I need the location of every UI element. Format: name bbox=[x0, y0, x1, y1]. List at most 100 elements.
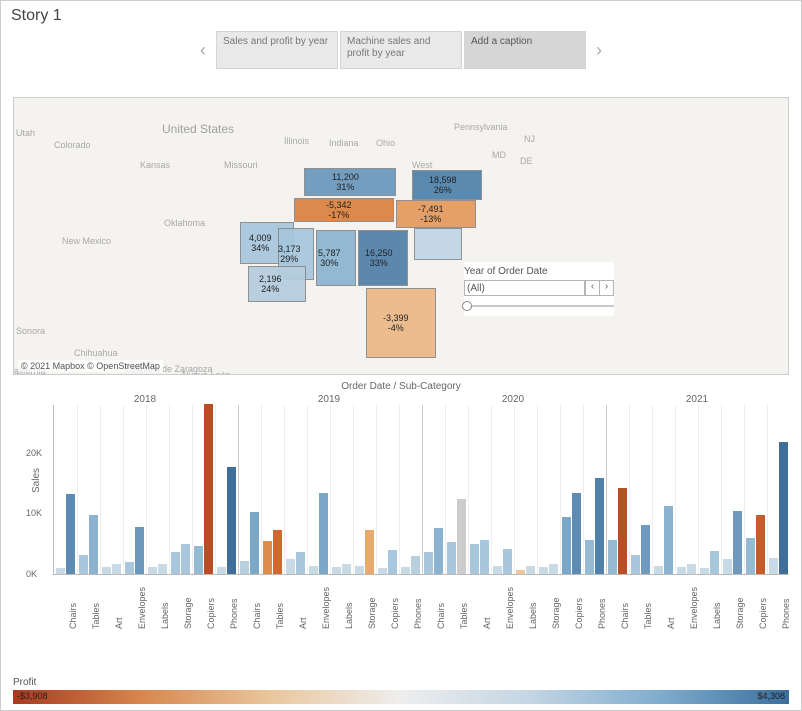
state-kentucky[interactable] bbox=[304, 168, 396, 196]
bar[interactable] bbox=[526, 566, 535, 575]
map-bg-label: Oklahoma bbox=[164, 218, 205, 228]
category-label: Envelopes bbox=[505, 587, 515, 629]
state-south-carolina[interactable] bbox=[414, 228, 462, 260]
bar[interactable] bbox=[585, 540, 594, 574]
state-north-carolina[interactable] bbox=[396, 200, 476, 228]
bar[interactable] bbox=[503, 549, 512, 575]
bar[interactable] bbox=[572, 493, 581, 574]
bar[interactable] bbox=[549, 564, 558, 574]
bar[interactable] bbox=[296, 552, 305, 574]
bar[interactable] bbox=[89, 515, 98, 575]
state-louisiana[interactable] bbox=[248, 266, 306, 302]
bar[interactable] bbox=[66, 494, 75, 574]
bar[interactable] bbox=[769, 558, 778, 574]
category-label: Chairs bbox=[436, 603, 446, 629]
bar[interactable] bbox=[263, 541, 272, 574]
bar[interactable] bbox=[447, 542, 456, 574]
bar[interactable] bbox=[365, 530, 374, 574]
bar[interactable] bbox=[411, 556, 420, 574]
prev-arrow[interactable]: ‹ bbox=[194, 40, 212, 61]
bar[interactable] bbox=[562, 517, 571, 574]
y-tick: 10K bbox=[26, 508, 42, 518]
bar[interactable] bbox=[457, 499, 466, 574]
bar[interactable] bbox=[687, 564, 696, 574]
bar[interactable] bbox=[493, 566, 502, 575]
bar[interactable] bbox=[56, 568, 65, 574]
filter-slider[interactable] bbox=[464, 300, 614, 312]
bar[interactable] bbox=[240, 561, 249, 574]
bar[interactable] bbox=[480, 540, 489, 574]
state-tennessee[interactable] bbox=[294, 198, 394, 222]
filter-title: Year of Order Date bbox=[464, 266, 614, 277]
category-label: Tables bbox=[91, 603, 101, 629]
bar[interactable] bbox=[677, 567, 686, 574]
story-tab-0[interactable]: Sales and profit by year bbox=[216, 31, 338, 69]
bar[interactable] bbox=[401, 567, 410, 574]
bar[interactable] bbox=[631, 555, 640, 574]
bar[interactable] bbox=[112, 564, 121, 574]
bar[interactable] bbox=[779, 442, 788, 574]
plot-area[interactable]: Sales 0K10K20K bbox=[53, 405, 789, 575]
bar[interactable] bbox=[723, 559, 732, 574]
category-label: Labels bbox=[344, 602, 354, 629]
bar[interactable] bbox=[135, 527, 144, 574]
bar[interactable] bbox=[204, 404, 213, 574]
bar[interactable] bbox=[125, 562, 134, 574]
year-header: 2021 bbox=[605, 394, 789, 405]
map-bg-label: MD bbox=[492, 150, 506, 160]
filter-stepper[interactable]: ‹› bbox=[585, 280, 614, 296]
bar[interactable] bbox=[641, 525, 650, 574]
bar[interactable] bbox=[595, 478, 604, 574]
bar[interactable] bbox=[342, 564, 351, 574]
color-legend: Profit -$3,908 $4,308 bbox=[13, 677, 789, 704]
bar[interactable] bbox=[332, 567, 341, 574]
state-virginia[interactable] bbox=[412, 170, 482, 200]
map-panel[interactable]: United States ColoradoKansasMissouriIlli… bbox=[13, 97, 789, 375]
bar[interactable] bbox=[608, 540, 617, 574]
bar[interactable] bbox=[171, 552, 180, 574]
bar[interactable] bbox=[434, 528, 443, 574]
bar[interactable] bbox=[664, 506, 673, 574]
bar[interactable] bbox=[227, 467, 236, 574]
bar[interactable] bbox=[148, 567, 157, 574]
bar[interactable] bbox=[710, 551, 719, 574]
bar[interactable] bbox=[539, 567, 548, 574]
map-bg-label: Indiana bbox=[329, 138, 359, 148]
y-tick: 20K bbox=[26, 448, 42, 458]
state-georgia[interactable] bbox=[358, 230, 408, 286]
bar[interactable] bbox=[654, 566, 663, 575]
bar[interactable] bbox=[746, 538, 755, 574]
bar[interactable] bbox=[181, 544, 190, 574]
bar[interactable] bbox=[756, 515, 765, 575]
bar[interactable] bbox=[470, 544, 479, 574]
bar[interactable] bbox=[388, 550, 397, 574]
bar[interactable] bbox=[158, 564, 167, 574]
bar[interactable] bbox=[700, 568, 709, 574]
state-florida[interactable] bbox=[366, 288, 436, 358]
filter-dropdown[interactable]: (All) bbox=[464, 280, 585, 296]
bar[interactable] bbox=[733, 511, 742, 574]
chart-title: Order Date / Sub-Category bbox=[13, 381, 789, 392]
map-bg-label: Sonora bbox=[16, 326, 45, 336]
bar[interactable] bbox=[286, 559, 295, 574]
category-label: Copiers bbox=[758, 598, 768, 629]
year-filter: Year of Order Date (All) ‹› bbox=[464, 262, 614, 316]
bar[interactable] bbox=[355, 566, 364, 575]
bar[interactable] bbox=[618, 488, 627, 574]
bar[interactable] bbox=[319, 493, 328, 574]
bar[interactable] bbox=[102, 567, 111, 574]
bar[interactable] bbox=[424, 552, 433, 574]
bar[interactable] bbox=[194, 546, 203, 574]
next-arrow[interactable]: › bbox=[590, 40, 608, 61]
bar[interactable] bbox=[273, 530, 282, 574]
bar[interactable] bbox=[79, 555, 88, 574]
story-tab-2[interactable]: Add a caption bbox=[464, 31, 586, 69]
bar[interactable] bbox=[516, 570, 525, 574]
bar[interactable] bbox=[309, 566, 318, 575]
bar[interactable] bbox=[378, 568, 387, 574]
story-tab-1[interactable]: Machine sales and profit by year bbox=[340, 31, 462, 69]
bar[interactable] bbox=[217, 567, 226, 574]
legend-max: $4,308 bbox=[757, 691, 785, 701]
state-alabama[interactable] bbox=[316, 230, 356, 286]
bar[interactable] bbox=[250, 512, 259, 574]
